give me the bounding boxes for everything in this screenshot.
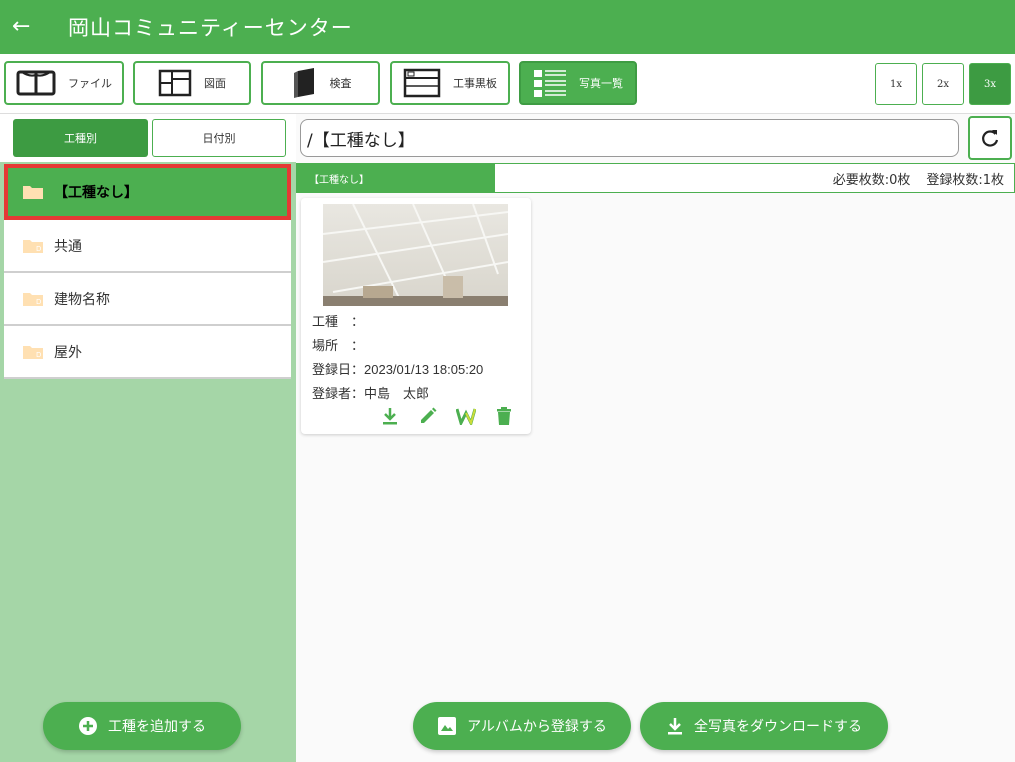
download-all-label: 全写真をダウンロードする: [694, 719, 862, 735]
download-all-button[interactable]: 全写真をダウンロードする: [640, 702, 888, 750]
blackboard-icon: [403, 68, 441, 98]
folder-item-outdoor[interactable]: D 屋外: [4, 326, 291, 379]
path-breadcrumb: /【工種なし】: [300, 119, 959, 157]
register-from-album-button[interactable]: アルバムから登録する: [413, 702, 631, 750]
notebook-icon: [293, 68, 314, 98]
blackboard-button[interactable]: 工事黒板: [390, 61, 510, 105]
registered-count: 登録枚数:1枚: [926, 172, 1004, 188]
refresh-icon: [982, 130, 999, 147]
tab-by-date[interactable]: 日付別: [152, 119, 286, 157]
tab-by-trade[interactable]: 工種別: [13, 119, 148, 157]
trade-tag: 【工種なし】: [297, 164, 495, 192]
folder-list: 【工種なし】 D 共通 D 建物名称 D 屋外: [4, 164, 291, 379]
svg-text:D: D: [36, 245, 41, 253]
photo-actions: [379, 405, 515, 427]
folder-item-none[interactable]: 【工種なし】: [4, 164, 291, 220]
page-title: 岡山コミュニティーセンター: [68, 16, 353, 40]
add-trade-button[interactable]: 工種を追加する: [43, 702, 241, 750]
folder-item-building[interactable]: D 建物名称: [4, 273, 291, 326]
drawing-button[interactable]: 図面: [133, 61, 251, 105]
photo-card[interactable]: 工種 ： 場所 ： 登録日：2023/01/13 18:05:20 登録者：中島…: [301, 198, 531, 434]
photolist-button-label: 写真一覧: [579, 77, 623, 90]
inspection-button-label: 検査: [329, 77, 352, 90]
file-button-label: ファイル: [68, 77, 112, 90]
required-count: 必要枚数:0枚: [832, 172, 911, 188]
download-icon[interactable]: [379, 405, 401, 427]
book-icon: [16, 70, 56, 96]
toolbar: ファイル 図面 検査 工事黒板 写真一覧 1x 2x 3x: [0, 54, 1015, 114]
sidebar: 工種別 日付別 【工種なし】 D 共通 D 建物名称 D 屋外: [0, 114, 296, 762]
register-from-album-label: アルバムから登録する: [467, 719, 607, 735]
plus-circle-icon: [79, 717, 97, 735]
zoom-3x-button[interactable]: 3x: [969, 63, 1011, 105]
inspection-button[interactable]: 検査: [261, 61, 380, 105]
folder-item-common[interactable]: D 共通: [4, 220, 291, 273]
download-icon: [668, 718, 682, 735]
photo-meta: 工種 ： 場所 ： 登録日：2023/01/13 18:05:20 登録者：中島…: [312, 310, 483, 406]
blackboard-button-label: 工事黒板: [453, 77, 497, 90]
add-trade-label: 工種を追加する: [108, 719, 206, 735]
drawing-button-label: 図面: [204, 77, 226, 90]
photo-location: 場所 ：: [312, 338, 365, 353]
w-logo-icon[interactable]: [455, 405, 477, 427]
list-icon: [534, 70, 566, 97]
zoom-2x-button[interactable]: 2x: [922, 63, 964, 105]
svg-text:D: D: [36, 351, 41, 359]
floorplan-icon: [158, 69, 192, 97]
photo-trade: 工種 ：: [312, 314, 365, 329]
folder-icon: [22, 184, 44, 200]
folder-label: 共通: [54, 238, 82, 255]
folder-icon: D: [22, 238, 44, 254]
app-header: ← 岡山コミュニティーセンター: [0, 0, 1015, 54]
info-bar: 【工種なし】 必要枚数:0枚 登録枚数:1枚: [296, 163, 1015, 193]
photo-author: 登録者：中島 太郎: [312, 386, 430, 401]
folder-icon: D: [22, 344, 44, 360]
svg-text:D: D: [36, 298, 41, 306]
zoom-1x-button[interactable]: 1x: [875, 63, 917, 105]
refresh-button[interactable]: [968, 116, 1012, 160]
folder-label: 建物名称: [54, 291, 110, 308]
folder-label: 【工種なし】: [54, 185, 138, 201]
file-button[interactable]: ファイル: [4, 61, 124, 105]
photo-thumbnail[interactable]: [323, 204, 508, 306]
trash-icon[interactable]: [493, 405, 515, 427]
photo-date: 登録日：2023/01/13 18:05:20: [312, 362, 484, 377]
photo-counts: 必要枚数:0枚 登録枚数:1枚: [495, 169, 1014, 188]
folder-label: 屋外: [54, 344, 82, 361]
photolist-button[interactable]: 写真一覧: [519, 61, 637, 105]
back-arrow-icon[interactable]: ←: [12, 16, 52, 38]
folder-icon: D: [22, 291, 44, 307]
edit-pencil-icon[interactable]: [417, 405, 439, 427]
image-icon: [438, 717, 457, 735]
